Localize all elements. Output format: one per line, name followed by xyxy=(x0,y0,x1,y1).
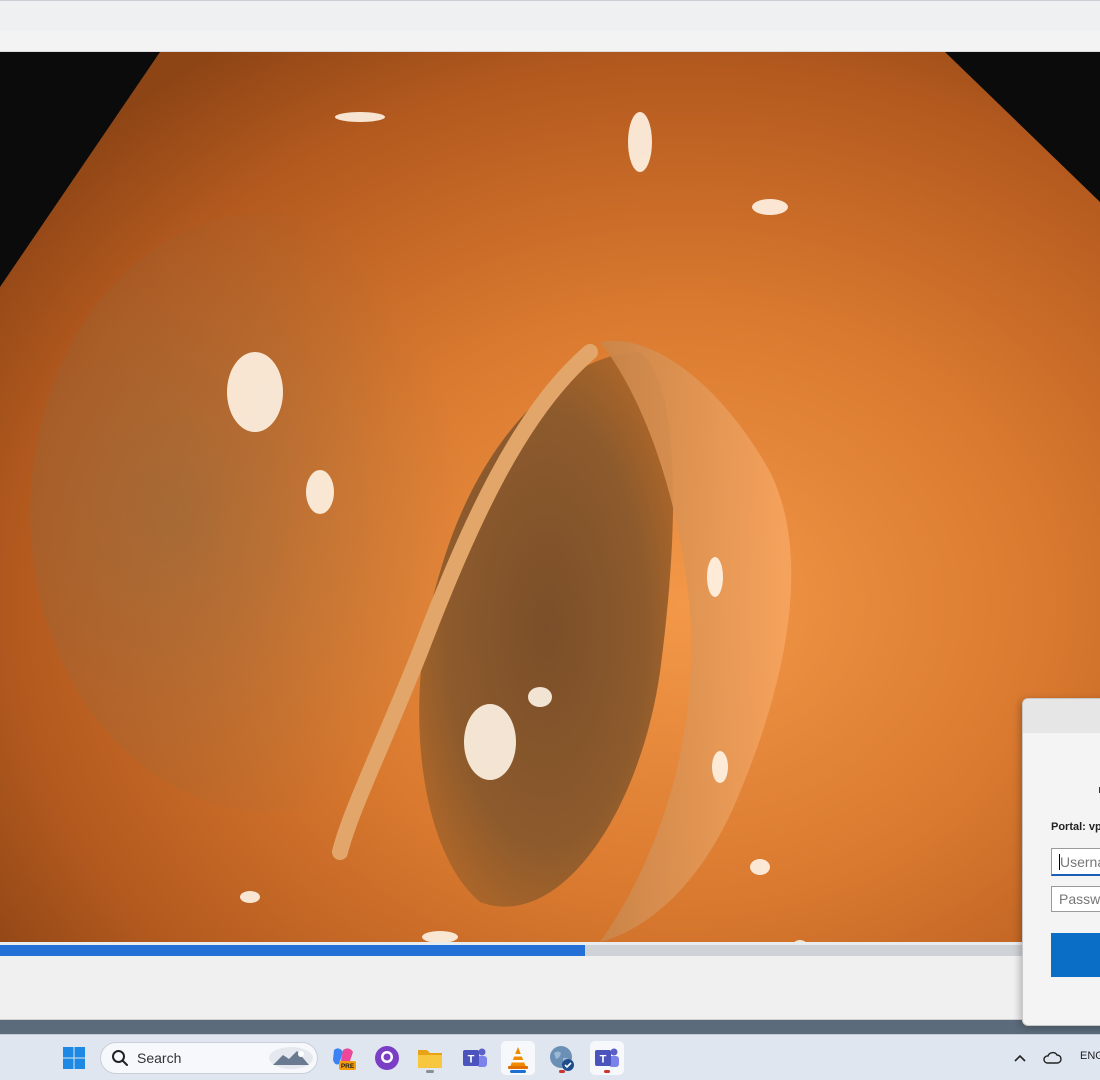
taskbar: Search PRE T T ENG xyxy=(0,1034,1100,1080)
window-title-bar xyxy=(0,0,1100,31)
seek-bar[interactable] xyxy=(0,945,1100,956)
vpn-login-dialog: Portal: vp Userna Passwo xyxy=(1022,698,1100,1026)
search-highlight-icon xyxy=(269,1047,313,1069)
teams-classic-icon[interactable]: T xyxy=(458,1041,492,1075)
video-area[interactable] xyxy=(0,52,1100,942)
svg-text:PRE: PRE xyxy=(341,1063,355,1070)
vpn-password-input[interactable]: Passwo xyxy=(1051,886,1100,912)
video-frame xyxy=(0,52,1100,942)
github-desktop-icon[interactable] xyxy=(370,1041,404,1075)
vpn-connect-button[interactable] xyxy=(1051,933,1100,977)
vpn-password-placeholder: Passwo xyxy=(1059,891,1100,907)
vpn-portal-label: Portal: vp xyxy=(1051,821,1100,833)
onedrive-cloud-icon[interactable] xyxy=(1037,1041,1067,1075)
desktop-background-strip xyxy=(0,1020,1100,1034)
alert-indicator xyxy=(604,1070,610,1073)
search-label: Search xyxy=(137,1050,182,1066)
vpn-globe-icon[interactable] xyxy=(545,1041,579,1075)
svg-text:T: T xyxy=(600,1054,607,1066)
copilot-pre-icon[interactable]: PRE xyxy=(326,1041,360,1075)
chevron-up-icon[interactable] xyxy=(1005,1041,1035,1075)
seek-bar-progress xyxy=(0,945,586,956)
vpn-username-placeholder: Userna xyxy=(1060,854,1100,870)
windows-start-icon[interactable] xyxy=(57,1041,91,1075)
menu-strip xyxy=(0,31,1100,52)
file-explorer-icon[interactable] xyxy=(413,1041,447,1075)
language-indicator[interactable]: ENG xyxy=(1080,1050,1100,1062)
vpn-dialog-title-bar[interactable] xyxy=(1023,699,1100,733)
search-icon xyxy=(112,1050,128,1066)
active-indicator xyxy=(510,1070,526,1073)
vpn-username-input[interactable]: Userna xyxy=(1051,848,1100,876)
vlc-icon[interactable] xyxy=(501,1041,535,1075)
alert-indicator xyxy=(559,1070,565,1073)
taskbar-search-box[interactable]: Search xyxy=(100,1042,318,1074)
running-indicator xyxy=(426,1070,434,1073)
player-controls-area xyxy=(0,956,1100,1020)
svg-text:T: T xyxy=(468,1054,475,1066)
teams-icon[interactable]: T xyxy=(590,1041,624,1075)
